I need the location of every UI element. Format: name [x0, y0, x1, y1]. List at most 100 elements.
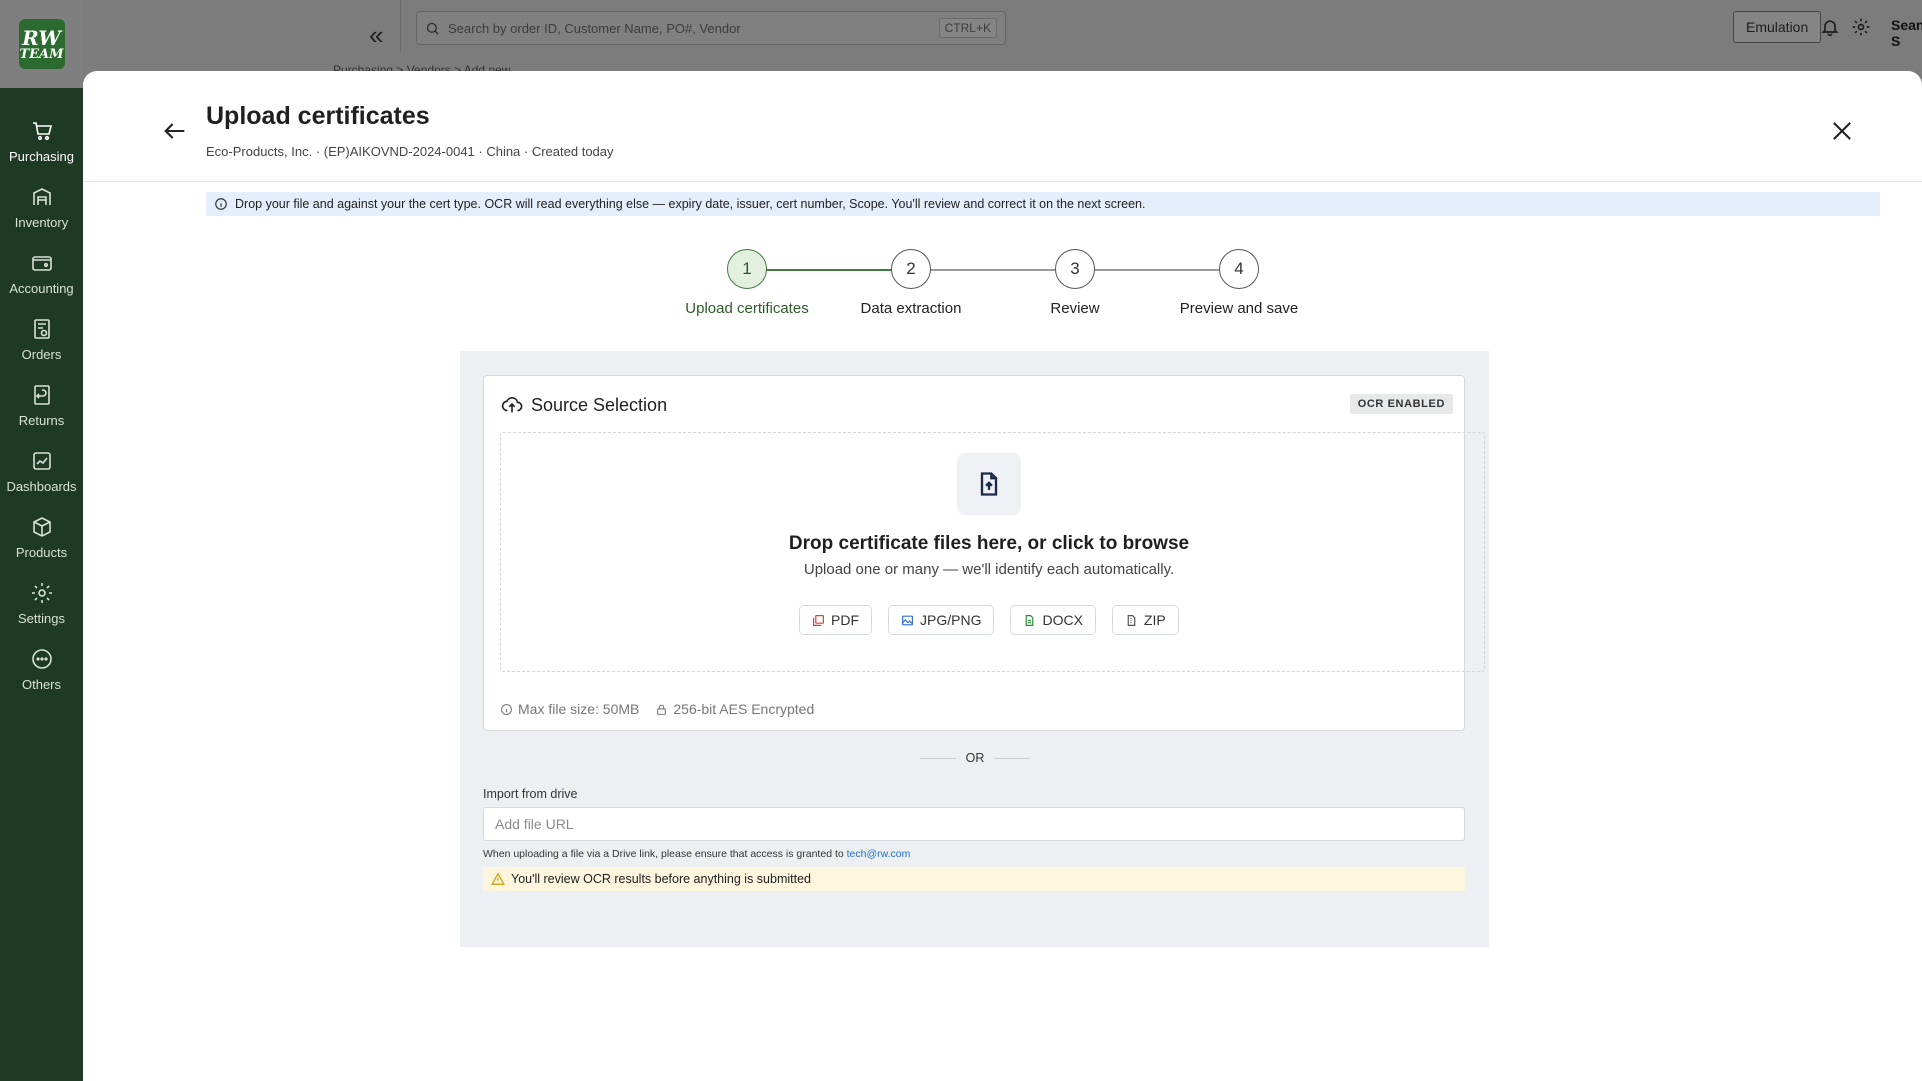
- file-type-docx: DOCX: [1010, 605, 1096, 635]
- cart-icon: [32, 121, 52, 140]
- lock-icon: [657, 704, 667, 715]
- sidebar-item-label: Purchasing: [8, 148, 75, 164]
- step-4-circle[interactable]: 4: [1219, 249, 1259, 289]
- search-input[interactable]: Search by order ID, Customer Name, PO#, …: [448, 21, 939, 36]
- sidebar-item-label: Orders: [21, 346, 62, 362]
- sidebar-item-dashboards[interactable]: Dashboards: [0, 438, 83, 504]
- step-connector-2: [913, 269, 1077, 271]
- sidebar-item-accounting[interactable]: Accounting: [0, 240, 83, 306]
- sidebar-nav: Purchasing Inventory Accounting Orders R…: [0, 108, 83, 702]
- logo[interactable]: RW TEAM: [18, 19, 65, 69]
- user-name[interactable]: Sean S: [1891, 17, 1922, 49]
- logo-text-top: RW: [22, 25, 61, 50]
- file-upload-icon: [957, 453, 1021, 515]
- orders-icon: [33, 318, 50, 339]
- upload-panel: Source Selection OCR ENABLED Drop certif…: [460, 351, 1489, 947]
- bell-icon[interactable]: [1820, 17, 1840, 37]
- emulation-button[interactable]: Emulation: [1733, 11, 1822, 43]
- ocr-review-warning: You'll review OCR results before anythin…: [483, 867, 1465, 891]
- file-type-zip: ZIP: [1111, 605, 1179, 635]
- ocr-enabled-badge: OCR ENABLED: [1349, 394, 1453, 414]
- more-icon: [31, 648, 52, 669]
- file-type-image: JPG/PNG: [888, 605, 995, 635]
- file-type-label: DOCX: [1042, 612, 1083, 628]
- import-from-drive-label: Import from drive: [483, 787, 578, 801]
- sidebar-item-inventory[interactable]: Inventory: [0, 174, 83, 240]
- warning-icon: [491, 872, 505, 885]
- gear-icon: [31, 582, 52, 603]
- document-icon: [1026, 614, 1034, 626]
- sidebar-item-others[interactable]: Others: [0, 636, 83, 702]
- or-line-right: [994, 757, 1030, 759]
- header-divider: [83, 181, 1922, 182]
- close-icon[interactable]: [1828, 117, 1856, 145]
- info-banner: Drop your file and against your the cert…: [206, 192, 1880, 216]
- logo-area: RW TEAM: [0, 0, 83, 88]
- page-title: Upload certificates: [206, 102, 430, 130]
- box-icon: [32, 516, 51, 537]
- logo-text-bottom: TEAM: [19, 46, 64, 62]
- sidebar-item-label: Returns: [18, 412, 65, 428]
- returns-icon: [33, 384, 50, 405]
- encryption-note: 256-bit AES Encrypted: [655, 701, 814, 717]
- search-shortcut: CTRL+K: [938, 18, 997, 38]
- source-selection-card: Source Selection OCR ENABLED Drop certif…: [483, 375, 1485, 731]
- file-type-label: ZIP: [1143, 612, 1166, 628]
- settings-gear-icon[interactable]: [1851, 17, 1871, 37]
- upload-certificates-modal: Upload certificates Eco-Products, Inc. ·…: [83, 71, 1922, 1081]
- image-icon: [902, 615, 913, 625]
- drive-help-message: When uploading a file via a Drive link, …: [483, 848, 847, 860]
- or-divider: OR: [920, 751, 1030, 765]
- source-selection-title: Source Selection: [501, 394, 667, 416]
- max-file-size-text: Max file size: 50MB: [518, 701, 640, 717]
- or-line-left: [920, 757, 956, 759]
- sidebar-item-label: Products: [15, 544, 68, 560]
- pdf-icon: [813, 614, 824, 626]
- file-dropzone[interactable]: Drop certificate files here, or click to…: [500, 432, 1485, 672]
- sidebar-item-label: Inventory: [14, 214, 69, 230]
- sidebar-item-products[interactable]: Products: [0, 504, 83, 570]
- sidebar-item-label: Dashboards: [6, 478, 77, 494]
- step-2-circle[interactable]: 2: [891, 249, 931, 289]
- sidebar-item-returns[interactable]: Returns: [0, 372, 83, 438]
- dropzone-subtitle: Upload one or many — we'll identify each…: [803, 561, 1175, 578]
- sidebar-item-label: Accounting: [9, 280, 74, 296]
- collapse-sidebar-button[interactable]: «: [369, 22, 383, 48]
- step-1-circle[interactable]: 1: [727, 249, 767, 289]
- upload-limits: Max file size: 50MB 256-bit AES Encrypte…: [500, 701, 814, 717]
- file-type-label: PDF: [831, 612, 859, 628]
- cloud-upload-icon: [501, 396, 523, 413]
- global-search[interactable]: Search by order ID, Customer Name, PO#, …: [416, 11, 1006, 45]
- source-selection-label: Source Selection: [531, 394, 668, 415]
- sidebar-item-label: Others: [21, 676, 61, 692]
- sidebar: RW TEAM Purchasing Inventory Accounting …: [0, 0, 83, 1081]
- vendor-subtitle: Eco-Products, Inc. · (EP)AIKOVND-2024-00…: [206, 144, 614, 159]
- drive-help-text: When uploading a file via a Drive link, …: [483, 848, 910, 860]
- topbar-divider: [400, 0, 401, 52]
- info-icon: [215, 198, 227, 210]
- topbar: « Search by order ID, Customer Name, PO#…: [83, 0, 1922, 52]
- encryption-text: 256-bit AES Encrypted: [673, 701, 815, 717]
- back-arrow-icon[interactable]: [161, 117, 189, 145]
- max-file-size: Max file size: 50MB: [500, 701, 639, 717]
- file-type-pdf: PDF: [799, 605, 872, 635]
- file-type-list: PDF JPG/PNG DOCX ZIP: [799, 605, 1179, 635]
- support-email-link[interactable]: tech@rw.com: [847, 848, 911, 860]
- search-icon: [426, 22, 439, 35]
- step-4-label: Preview and save: [1179, 300, 1299, 317]
- file-url-input[interactable]: [483, 807, 1465, 841]
- file-type-label: JPG/PNG: [920, 612, 982, 628]
- warehouse-icon: [32, 187, 51, 205]
- sidebar-item-settings[interactable]: Settings: [0, 570, 83, 636]
- chart-icon: [32, 451, 51, 470]
- dropzone-title: Drop certificate files here, or click to…: [788, 533, 1190, 554]
- warning-text: You'll review OCR results before anythin…: [511, 872, 811, 886]
- sidebar-item-purchasing[interactable]: Purchasing: [0, 108, 83, 174]
- step-connector-3: [1077, 269, 1241, 271]
- step-3-circle[interactable]: 3: [1055, 249, 1095, 289]
- info-icon: [501, 703, 512, 715]
- wallet-icon: [31, 255, 52, 271]
- or-label: OR: [965, 751, 985, 765]
- sidebar-item-orders[interactable]: Orders: [0, 306, 83, 372]
- sidebar-item-label: Settings: [18, 610, 65, 626]
